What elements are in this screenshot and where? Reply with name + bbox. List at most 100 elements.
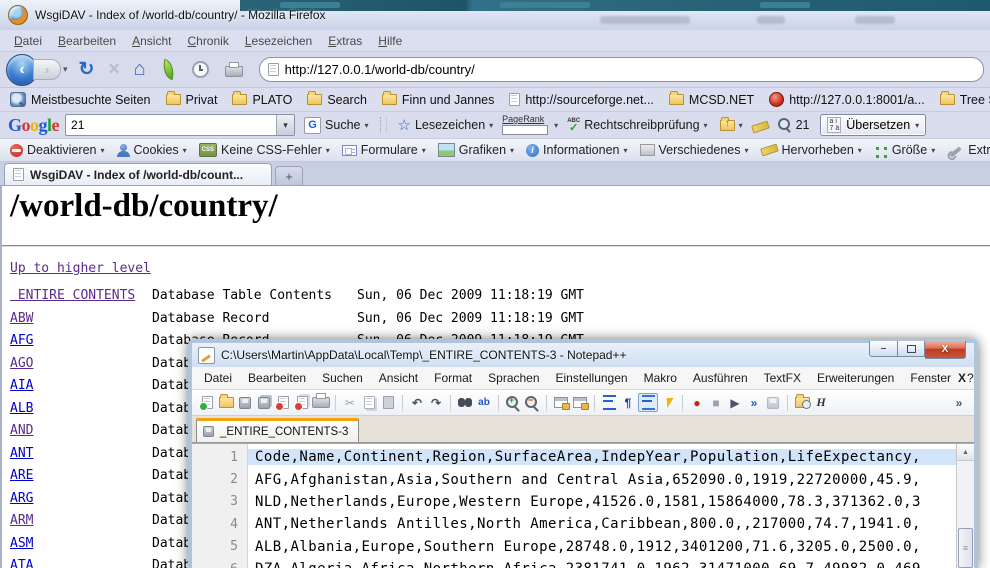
record-macro-button[interactable]: ●	[688, 394, 706, 411]
google-search-box[interactable]: ▾	[65, 114, 295, 136]
open-in-explorer-button[interactable]	[793, 394, 811, 411]
stop-macro-button[interactable]: ■	[707, 394, 725, 411]
menu-bearbeiten[interactable]: Bearbeiten	[50, 31, 124, 51]
np-menu-erweiterungen[interactable]: Erweiterungen	[809, 368, 902, 388]
home-button[interactable]: ⌂	[134, 58, 146, 81]
up-to-higher-level-link[interactable]: Up to higher level	[10, 261, 151, 276]
forward-button[interactable]: ›	[33, 59, 61, 80]
zoom-in-button[interactable]: +	[504, 394, 522, 411]
bookmark-localhost-8001[interactable]: http://127.0.0.1:8001/a...	[764, 90, 930, 109]
save-button[interactable]	[236, 394, 254, 411]
google-suche-button[interactable]: G Suche ▾	[301, 115, 371, 136]
restore-button[interactable]	[898, 341, 925, 357]
print-button[interactable]	[312, 394, 330, 411]
notepad-titlebar[interactable]: C:\Users\Martin\AppData\Local\Temp\_ENTI…	[192, 343, 974, 367]
sage-leaf-icon[interactable]	[160, 59, 177, 81]
entry-link[interactable]: AIA	[10, 378, 33, 393]
menu-lesezeichen[interactable]: Lesezeichen	[237, 31, 320, 51]
save-all-button[interactable]	[255, 394, 273, 411]
open-file-button[interactable]	[217, 394, 235, 411]
bookmark-plato[interactable]: PLATO	[227, 91, 297, 109]
print-icon[interactable]	[225, 66, 243, 77]
entry-link[interactable]: ARE	[10, 468, 33, 483]
dev-grafiken[interactable]: Grafiken▾	[434, 142, 518, 158]
bookmark-sourceforge[interactable]: http://sourceforge.net...	[504, 91, 659, 109]
replace-button[interactable]: ab	[475, 394, 493, 411]
zoom-out-button[interactable]: −	[523, 394, 541, 411]
toolbar-overflow-chevron-icon[interactable]: »	[950, 394, 968, 411]
bookmark-meistbesuchte-seiten[interactable]: Meistbesuchte Seiten	[5, 90, 156, 109]
new-tab-button[interactable]: +	[275, 166, 303, 185]
paste-button[interactable]	[379, 394, 397, 411]
chevron-down-icon[interactable]: ▾	[554, 121, 558, 130]
menu-chronik[interactable]: Chronik	[179, 31, 236, 51]
np-menu-suchen[interactable]: Suchen	[314, 368, 371, 388]
play-macro-button[interactable]: ▶	[726, 394, 744, 411]
entry-link[interactable]: ABW	[10, 311, 33, 326]
url-bar[interactable]	[259, 57, 984, 82]
google-search-input[interactable]	[66, 118, 276, 132]
dev-cookies[interactable]: Cookies▾	[113, 142, 191, 158]
bookmark-finn-und-jannes[interactable]: Finn und Jannes	[377, 91, 499, 109]
entry-link[interactable]: AGO	[10, 356, 33, 371]
np-menu-bearbeiten[interactable]: Bearbeiten	[240, 368, 314, 388]
code-area[interactable]: 1Code,Name,Continent,Region,SurfaceArea,…	[192, 444, 974, 568]
stop-button[interactable]: ×	[108, 59, 119, 81]
entry-link[interactable]: ARM	[10, 513, 33, 528]
scrollbar-thumb[interactable]: ≡	[958, 528, 973, 568]
new-file-button[interactable]	[198, 394, 216, 411]
np-menu-sprachen[interactable]: Sprachen	[480, 368, 547, 388]
entry-link[interactable]: ANT	[10, 446, 33, 461]
bookmark-privat[interactable]: Privat	[161, 91, 223, 109]
dev-extras[interactable]: Extras▾	[943, 142, 990, 158]
word-wrap-button[interactable]	[600, 394, 618, 411]
uebersetzen-button[interactable]: a i7 ä Übersetzen ▾	[820, 114, 926, 136]
reload-button[interactable]: ↻	[79, 58, 95, 81]
copy-button[interactable]	[360, 394, 378, 411]
notepad-editor[interactable]: 1Code,Name,Continent,Region,SurfaceArea,…	[192, 443, 974, 568]
search-dropdown-button[interactable]: ▾	[276, 115, 294, 135]
pagerank-widget[interactable]: PageRank	[502, 115, 548, 135]
close-all-button[interactable]	[293, 394, 311, 411]
cut-button[interactable]: ✂	[341, 394, 359, 411]
bookmark-tree-samples[interactable]: Tree Samples	[935, 91, 990, 109]
send-to-button[interactable]: ↑ ▾	[717, 118, 746, 133]
bookmark-mcsd-net[interactable]: MCSD.NET	[664, 91, 759, 109]
bookmark-search[interactable]: Search	[302, 91, 372, 109]
np-menu-format[interactable]: Format	[426, 368, 480, 388]
entry-link[interactable]: ALB	[10, 401, 33, 416]
np-menu-ansicht[interactable]: Ansicht	[371, 368, 426, 388]
function-completion-button[interactable]	[659, 394, 677, 411]
run-macro-multiple-button[interactable]: »	[745, 394, 763, 411]
find-button[interactable]	[456, 394, 474, 411]
np-menu-einstellungen[interactable]: Einstellungen	[548, 368, 636, 388]
dev-hervorheben[interactable]: Hervorheben▾	[757, 142, 866, 158]
sync-horizontal-button[interactable]	[571, 394, 589, 411]
dev-deaktivieren[interactable]: Deaktivieren▾	[6, 142, 109, 158]
entry-link[interactable]: ATA	[10, 558, 33, 568]
entry-link[interactable]: ASM	[10, 536, 33, 551]
dev-groesse[interactable]: Größe▾	[870, 142, 939, 158]
dev-formulare[interactable]: Formulare▾	[338, 142, 430, 158]
rechtschreibpruefung-button[interactable]: ABC✓ Rechtschreibprüfung ▾	[564, 116, 710, 134]
np-menu-fenster[interactable]: Fenster	[902, 368, 959, 388]
entry-link[interactable]: AFG	[10, 333, 33, 348]
menu-hilfe[interactable]: Hilfe	[370, 31, 410, 51]
entry-link[interactable]: ENTIRE CONTENTS	[10, 288, 135, 303]
url-input[interactable]	[285, 62, 975, 77]
np-menu-datei[interactable]: Datei	[196, 368, 240, 388]
close-button[interactable]: X	[925, 341, 966, 359]
menu-extras[interactable]: Extras	[320, 31, 370, 51]
scroll-up-button[interactable]: ▲	[957, 444, 974, 461]
dev-verschiedenes[interactable]: Verschiedenes▾	[636, 142, 753, 158]
entry-link[interactable]: ARG	[10, 491, 33, 506]
html-preview-button[interactable]: H	[812, 394, 830, 411]
entry-link[interactable]: AND	[10, 423, 33, 438]
undo-button[interactable]: ↶	[408, 394, 426, 411]
google-lesezeichen-button[interactable]: ☆ Lesezeichen ▾	[395, 116, 497, 135]
dev-css[interactable]: CSSKeine CSS-Fehler▾	[195, 142, 334, 158]
np-menu-textfx[interactable]: TextFX	[756, 368, 809, 388]
np-tab-entire-contents[interactable]: _ENTIRE_CONTENTS-3	[196, 418, 359, 442]
history-clock-icon[interactable]	[192, 61, 209, 78]
save-macro-button[interactable]	[764, 394, 782, 411]
